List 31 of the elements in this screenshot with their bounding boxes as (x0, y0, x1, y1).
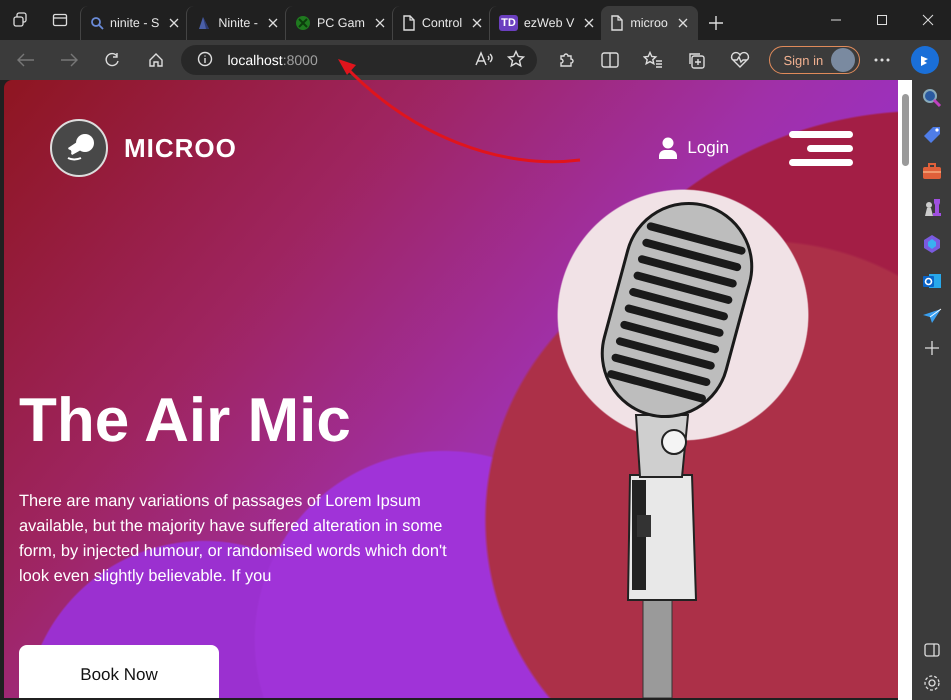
sidebar-toggle-icon[interactable] (924, 643, 940, 657)
search-icon[interactable] (922, 88, 942, 108)
add-icon[interactable] (924, 341, 938, 355)
page-icon (402, 15, 416, 31)
settings-icon[interactable] (922, 674, 940, 692)
toolbox-icon[interactable] (922, 162, 942, 180)
scrollbar-thumb[interactable] (902, 94, 908, 166)
close-icon[interactable] (678, 18, 688, 28)
td-logo-icon: TD (499, 15, 518, 31)
close-icon[interactable] (584, 18, 594, 28)
browser-tab[interactable]: microo (601, 6, 698, 40)
close-icon[interactable] (268, 18, 278, 28)
user-icon (659, 137, 678, 159)
brand-name: MICROO (124, 132, 237, 164)
sign-in-button[interactable]: Sign in (769, 46, 860, 74)
menu-icon[interactable] (789, 130, 853, 166)
close-icon[interactable] (169, 18, 180, 28)
avatar-icon (831, 48, 856, 72)
login-link[interactable]: Login (659, 137, 729, 159)
search-icon (90, 16, 104, 30)
scrollbar[interactable] (898, 80, 912, 700)
page-icon (610, 15, 624, 31)
address-bar[interactable]: localhost:8000 (181, 45, 537, 75)
close-icon[interactable] (472, 18, 482, 28)
paper-plane-icon[interactable] (922, 308, 942, 324)
hero-title: The Air Mic (19, 386, 352, 456)
hero-description: There are many variations of passages of Lorem Ipsum available, but the majority have suffered alteration in some form, by injected humour, or randomised words which don't look even slightly believable. If you (19, 491, 448, 587)
book-now-button[interactable]: Book Now (19, 645, 219, 698)
close-icon[interactable] (374, 18, 385, 28)
tag-icon[interactable] (922, 125, 942, 145)
url-text: localhost:8000 (227, 52, 319, 68)
